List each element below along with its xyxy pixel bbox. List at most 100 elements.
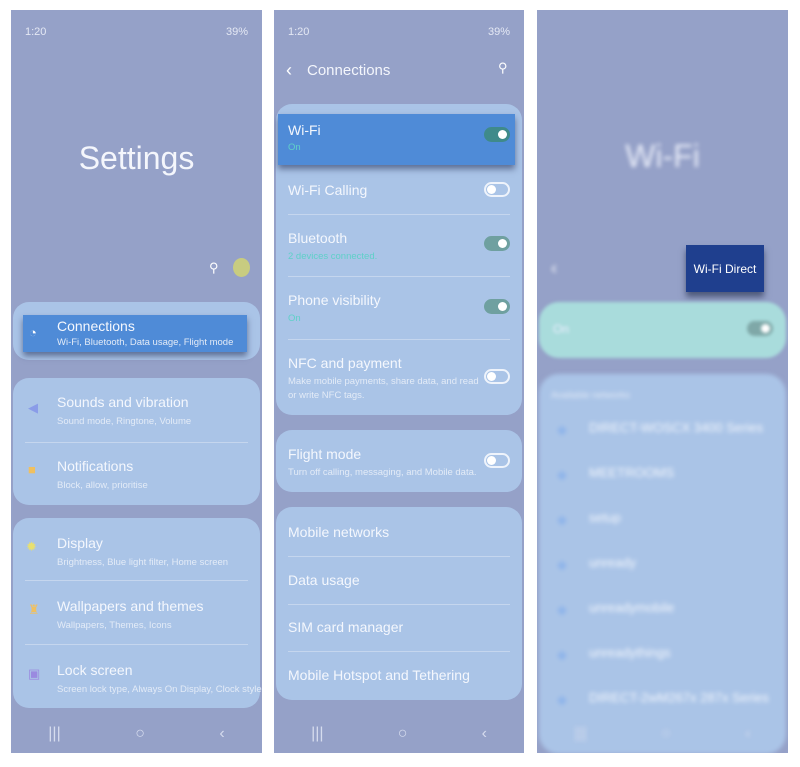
- home-icon[interactable]: ○: [398, 725, 408, 743]
- back-icon[interactable]: ‹: [482, 725, 487, 743]
- list-item-bluetooth[interactable]: Bluetooth 2 devices connected.: [274, 230, 524, 270]
- recents-icon[interactable]: |||: [48, 725, 60, 743]
- list-item-lock-screen[interactable]: ▣ Lock screen Screen lock type, Always O…: [11, 662, 262, 702]
- back-icon[interactable]: ‹: [551, 258, 557, 279]
- on-label: On: [553, 322, 570, 336]
- list-item-sim-card-manager[interactable]: SIM card manager: [288, 619, 403, 635]
- item-sub: Turn off calling, messaging, and Mobile …: [288, 467, 477, 478]
- wifi-signal-icon: ◆: [557, 647, 567, 662]
- list-item-data-usage[interactable]: Data usage: [288, 572, 360, 588]
- list-item-notifications[interactable]: ■ Notifications Block, allow, prioritise: [11, 458, 262, 498]
- home-icon[interactable]: ○: [135, 725, 145, 743]
- home-icon[interactable]: ○: [661, 725, 671, 743]
- network-item[interactable]: ◆ DIRECT-WOSCX 3400 Series: [539, 420, 786, 450]
- item-sub: or write NFC tags.: [288, 390, 365, 401]
- back-icon[interactable]: ‹: [286, 60, 292, 81]
- divider: [288, 651, 510, 652]
- item-sub: Screen lock type, Always On Display, Clo…: [57, 684, 262, 695]
- list-item-hotspot[interactable]: Mobile Hotspot and Tethering: [288, 667, 470, 683]
- search-icon[interactable]: ⚲: [498, 60, 508, 76]
- wifi-signal-icon: ◆: [557, 467, 567, 482]
- item-label: Wi-Fi Calling: [288, 182, 368, 198]
- network-item[interactable]: ◆ unreadythings: [539, 645, 786, 675]
- list-item-nfc[interactable]: NFC and payment Make mobile payments, sh…: [274, 355, 524, 405]
- status-bar: 1:20 39%: [288, 26, 510, 38]
- network-item[interactable]: ◆ MEETROOMS: [539, 465, 786, 495]
- item-label: Display: [57, 535, 103, 551]
- status-time: 1:20: [288, 26, 310, 38]
- divider: [288, 556, 510, 557]
- nav-bar: ||| ○ ‹: [11, 725, 262, 743]
- list-item-phone-visibility[interactable]: Phone visibility On: [274, 292, 524, 332]
- network-name: MEETROOMS: [589, 465, 675, 480]
- section-header: Available networks: [551, 390, 631, 401]
- item-sub: On: [288, 142, 301, 153]
- wifi-signal-icon: ◆: [557, 512, 567, 527]
- phone-visibility-toggle[interactable]: [484, 299, 510, 314]
- networks-card: Available networks ◆ DIRECT-WOSCX 3400 Se…: [539, 374, 786, 753]
- list-item-wifi[interactable]: Wi-Fi On: [278, 114, 515, 165]
- avatar[interactable]: [233, 258, 250, 277]
- divider: [25, 442, 248, 443]
- divider: [288, 276, 510, 277]
- network-name: unreadythings: [589, 645, 671, 660]
- status-bar: 1:20 39%: [25, 26, 248, 38]
- wifi-toggle[interactable]: [484, 127, 510, 142]
- back-icon[interactable]: ‹: [219, 725, 224, 743]
- item-label: Wi-Fi: [288, 122, 321, 138]
- network-name: DIRECT-WOSCX 3400 Series: [589, 420, 764, 435]
- divider: [288, 339, 510, 340]
- connections-screen: 1:20 39% ‹ Connections ⚲ Wi-Fi On Wi-Fi …: [274, 10, 524, 753]
- nfc-toggle[interactable]: [484, 369, 510, 384]
- speaker-icon: ◀: [28, 400, 38, 415]
- network-item[interactable]: ◆ unready: [539, 555, 786, 585]
- page-title: Connections: [307, 62, 391, 79]
- item-sub: Sound mode, Ringtone, Volume: [57, 416, 192, 427]
- sun-icon: ✹: [26, 539, 37, 554]
- lock-icon: ▣: [28, 666, 41, 681]
- settings-screen: 1:20 39% Settings ⚲ ◔ Connections Wi-Fi,…: [11, 10, 262, 753]
- item-sub: 2 devices connected.: [288, 251, 378, 262]
- divider: [25, 580, 248, 581]
- network-item[interactable]: ◆ unreadymobile: [539, 600, 786, 630]
- nav-bar: ||| ○ ‹: [537, 725, 788, 743]
- recents-icon[interactable]: |||: [311, 725, 323, 743]
- network-item[interactable]: ◆ setup: [539, 510, 786, 540]
- item-sub: On: [288, 313, 301, 324]
- list-item-sounds[interactable]: ◀ Sounds and vibration Sound mode, Ringt…: [11, 394, 262, 444]
- list-item-connections[interactable]: ◔ Connections Wi-Fi, Bluetooth, Data usa…: [23, 315, 247, 352]
- nav-bar: ||| ○ ‹: [274, 725, 524, 743]
- wifi-screen: Wi-Fi ‹ Wi-Fi Direct On Available networ…: [537, 10, 788, 753]
- item-label: Connections: [57, 318, 135, 334]
- list-item-flight-mode[interactable]: Flight mode Turn off calling, messaging,…: [274, 446, 524, 486]
- network-name: DIRECT-2wM267x 287x Series: [589, 690, 769, 705]
- brush-icon: ♜: [28, 602, 40, 617]
- wifi-signal-icon: ◆: [557, 422, 567, 437]
- wifi-calling-toggle[interactable]: [484, 182, 510, 197]
- flight-mode-toggle[interactable]: [484, 453, 510, 468]
- wifi-direct-button[interactable]: Wi-Fi Direct: [686, 245, 764, 292]
- wifi-signal-icon: ◆: [557, 557, 567, 572]
- list-item-wifi-calling[interactable]: Wi-Fi Calling: [274, 182, 524, 212]
- item-label: Flight mode: [288, 446, 362, 462]
- back-icon[interactable]: ‹: [745, 725, 750, 743]
- search-icon[interactable]: ⚲: [209, 260, 219, 276]
- recents-icon[interactable]: |||: [574, 725, 586, 743]
- item-sub: Block, allow, prioritise: [57, 480, 148, 491]
- list-item-wallpapers[interactable]: ♜ Wallpapers and themes Wallpapers, Them…: [11, 598, 262, 638]
- item-label: Lock screen: [57, 662, 133, 678]
- status-time: 1:20: [25, 26, 47, 38]
- list-item-mobile-networks[interactable]: Mobile networks: [288, 524, 389, 540]
- bluetooth-toggle[interactable]: [484, 236, 510, 251]
- list-item-display[interactable]: ✹ Display Brightness, Blue light filter,…: [11, 535, 262, 575]
- item-sub: Wallpapers, Themes, Icons: [57, 620, 172, 631]
- page-title: Settings: [78, 140, 195, 176]
- network-name: unreadymobile: [589, 600, 675, 615]
- item-label: Sounds and vibration: [57, 394, 189, 410]
- wifi-on-row[interactable]: On: [539, 302, 786, 358]
- network-item[interactable]: ◆ DIRECT-2wM267x 287x Series: [539, 690, 786, 720]
- battery-level: 39%: [225, 26, 248, 38]
- wifi-toggle[interactable]: [747, 321, 773, 336]
- network-name: unready: [589, 555, 636, 570]
- item-label: Notifications: [57, 458, 134, 474]
